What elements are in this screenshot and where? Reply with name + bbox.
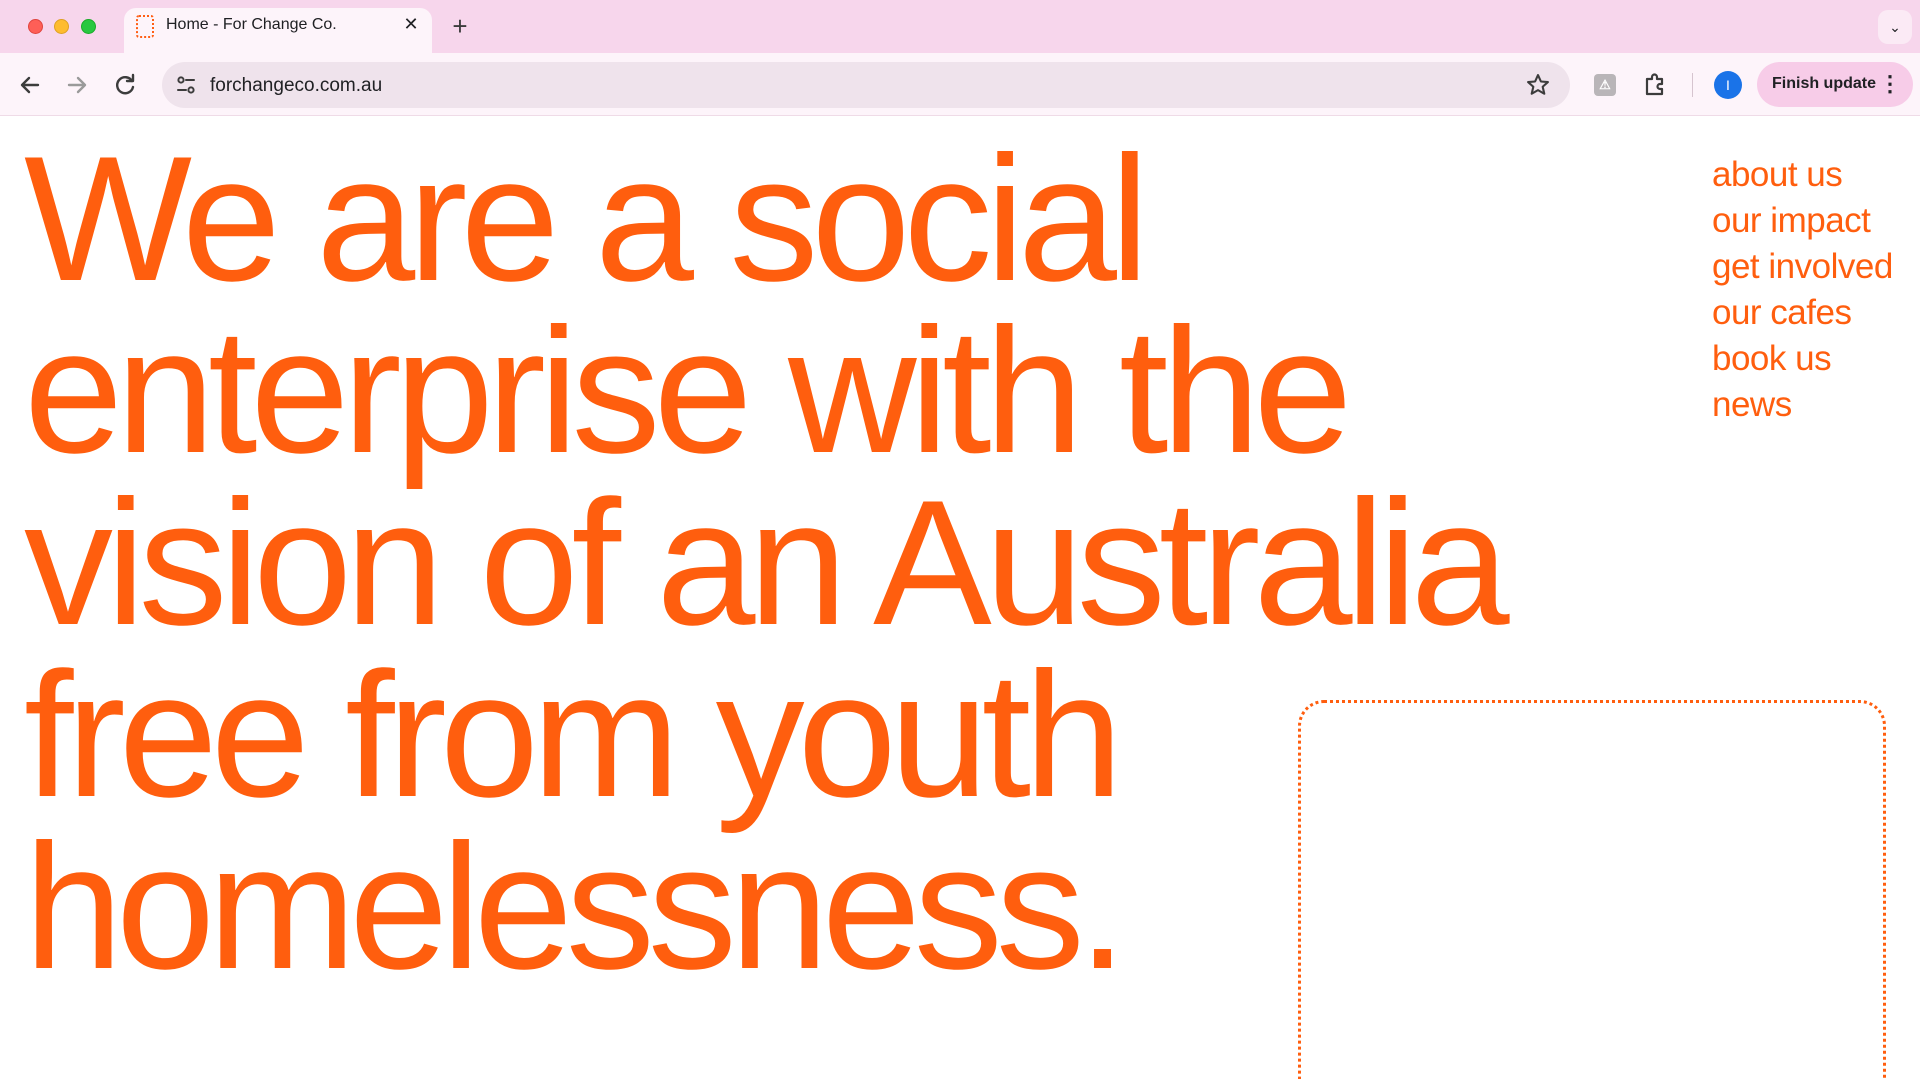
- puzzle-icon[interactable]: [1640, 70, 1670, 100]
- hero-line: We are a social: [24, 119, 1150, 318]
- nav-link-book-us[interactable]: book us: [1712, 336, 1893, 382]
- finish-update-button[interactable]: Finish update ⋮: [1757, 62, 1913, 107]
- minimize-window-button[interactable]: [54, 19, 69, 34]
- nav-link-news[interactable]: news: [1712, 382, 1893, 428]
- reload-button[interactable]: [109, 69, 141, 101]
- maximize-window-button[interactable]: [81, 19, 96, 34]
- finish-update-label: Finish update: [1772, 75, 1876, 92]
- star-icon[interactable]: [1524, 71, 1552, 99]
- nav-link-about-us[interactable]: about us: [1712, 152, 1893, 198]
- extension-icon[interactable]: ⚠: [1594, 74, 1616, 96]
- profile-avatar[interactable]: I: [1714, 71, 1742, 99]
- tune-icon[interactable]: [172, 71, 200, 99]
- arrow-left-icon: [20, 76, 40, 94]
- site-favicon-icon: [136, 15, 154, 38]
- web-page: We are a social enterprise with the visi…: [0, 117, 1920, 1079]
- arrow-right-icon: [67, 76, 87, 94]
- back-button[interactable]: [14, 69, 46, 101]
- nav-link-our-impact[interactable]: our impact: [1712, 198, 1893, 244]
- toolbar-divider: [1692, 73, 1693, 97]
- nav-link-our-cafes[interactable]: our cafes: [1712, 290, 1893, 336]
- active-tab[interactable]: Home - For Change Co. ✕: [124, 8, 432, 53]
- tab-close-icon[interactable]: ✕: [400, 13, 422, 35]
- kebab-icon[interactable]: ⋮: [1879, 72, 1901, 96]
- reload-icon: [116, 73, 135, 95]
- browser-toolbar: forchangeco.com.au ⚠ I Finish update ⋮: [0, 53, 1920, 116]
- tab-search-chevron-icon[interactable]: ⌄: [1878, 10, 1912, 44]
- address-bar[interactable]: forchangeco.com.au: [162, 62, 1570, 108]
- tab-strip: Home - For Change Co. ✕ + ⌄: [0, 0, 1920, 53]
- close-window-button[interactable]: [28, 19, 43, 34]
- main-navigation: about us our impact get involved our caf…: [1712, 152, 1893, 428]
- new-tab-button[interactable]: +: [446, 12, 474, 40]
- nav-link-get-involved[interactable]: get involved: [1712, 244, 1893, 290]
- url-text[interactable]: forchangeco.com.au: [210, 75, 382, 97]
- hero-line: enterprise with the: [24, 291, 1352, 490]
- forward-button[interactable]: [61, 69, 93, 101]
- dotted-frame-decoration: [1298, 700, 1886, 1079]
- tab-title: Home - For Change Co.: [166, 16, 337, 33]
- hero-line: vision of an Australia: [24, 463, 1510, 662]
